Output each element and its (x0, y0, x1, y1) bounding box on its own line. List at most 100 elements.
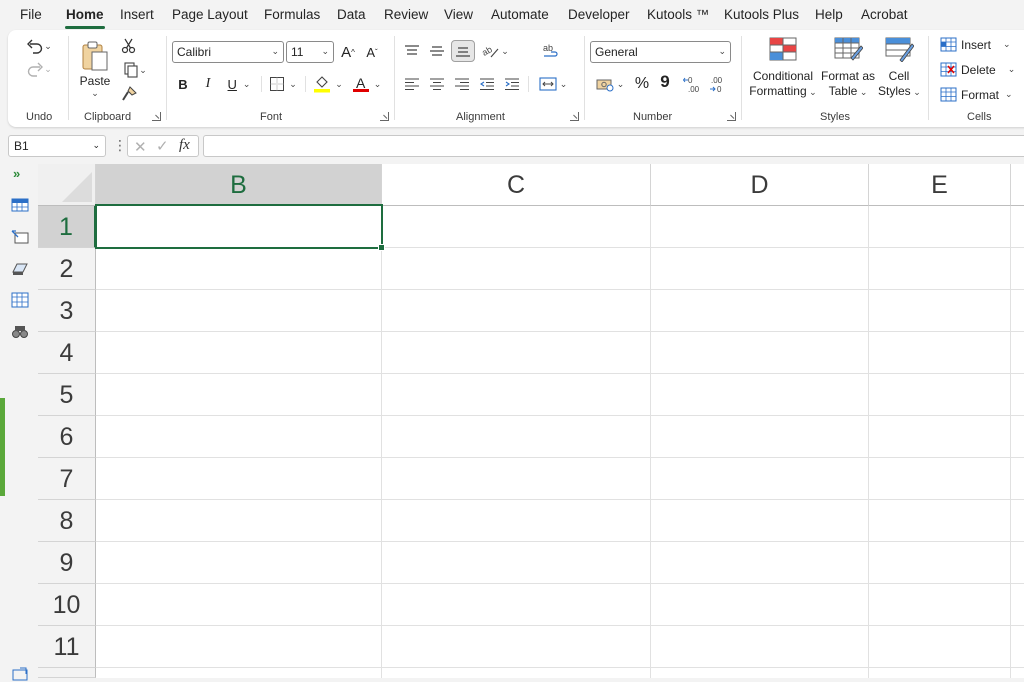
find-replace-icon[interactable] (11, 323, 29, 339)
percent-style-button[interactable]: % (632, 74, 652, 94)
clipboard-dialog-launcher[interactable] (152, 112, 161, 121)
pane-extra-icon[interactable] (11, 666, 29, 682)
increase-indent-button[interactable] (502, 74, 522, 94)
active-cell-b1[interactable] (95, 204, 385, 251)
row-header-12[interactable] (38, 668, 96, 678)
decrease-indent-button[interactable] (477, 74, 497, 94)
grow-font-button[interactable]: A ^ (338, 41, 358, 63)
chevron-down-icon: ⌄ (92, 140, 100, 150)
underline-button[interactable]: U ⌄ (222, 74, 256, 94)
tab-review[interactable]: Review (384, 7, 428, 22)
workbook-icon[interactable] (11, 197, 29, 213)
alignment-dialog-launcher[interactable] (570, 112, 579, 121)
decrease-decimal-icon: .000 (710, 76, 723, 94)
column-header-f[interactable] (1011, 164, 1024, 206)
autotext-icon[interactable] (11, 260, 29, 276)
format-cells-button[interactable]: Format ⌄ (940, 87, 1013, 102)
bold-button[interactable]: B (173, 74, 193, 94)
borders-button[interactable]: ⌄ (266, 74, 300, 94)
tab-kutools-plus[interactable]: Kutools Plus (724, 7, 799, 22)
cancel-icon[interactable]: ✕ (134, 138, 147, 156)
fill-color-button[interactable]: ⌄ (310, 74, 346, 94)
more-options-icon[interactable]: ⋮ (113, 137, 127, 154)
paint-bucket-icon (314, 76, 331, 93)
group-separator (166, 36, 167, 120)
orientation-button[interactable]: ab ⌄ (478, 41, 512, 61)
font-size-select[interactable]: 11 ⌄ (286, 41, 334, 63)
worksheet-grid[interactable]: B C D E 1 2 3 4 5 6 7 8 9 10 11 (38, 164, 1024, 678)
copy-button[interactable]: ⌄ (118, 60, 152, 80)
format-as-table-button[interactable]: Format as Table ⌄ (820, 36, 876, 102)
cell-styles-label: Cell Styles ⌄ (878, 69, 921, 100)
tab-data[interactable]: Data (337, 7, 366, 22)
align-right-button[interactable] (452, 74, 472, 94)
tab-home[interactable]: Home (66, 7, 104, 22)
number-format-select[interactable]: General ⌄ (590, 41, 731, 63)
tab-insert[interactable]: Insert (120, 7, 154, 22)
wrap-text-button[interactable]: ab (538, 41, 562, 63)
comma-style-button[interactable]: 9 (656, 72, 674, 92)
increase-decimal-button[interactable]: 0.00 (682, 74, 704, 96)
increase-decimal-icon: 0.00 (683, 76, 700, 94)
row-header-6[interactable]: 6 (38, 416, 96, 458)
paste-button[interactable]: Paste ⌄ (76, 36, 114, 102)
tab-file[interactable]: File (20, 7, 42, 22)
row-header-4[interactable]: 4 (38, 332, 96, 374)
align-left-button[interactable] (402, 74, 422, 94)
row-header-2[interactable]: 2 (38, 248, 96, 290)
column-header-d[interactable]: D (651, 164, 869, 206)
tab-formulas[interactable]: Formulas (264, 7, 320, 22)
row-header-3[interactable]: 3 (38, 290, 96, 332)
font-dialog-launcher[interactable] (380, 112, 389, 121)
font-color-button[interactable]: A ⌄ (350, 74, 384, 94)
chevron-down-icon: ⌄ (91, 87, 99, 98)
divider (261, 76, 262, 92)
name-box[interactable]: B1 ⌄ (8, 135, 106, 157)
italic-button[interactable]: I (198, 74, 218, 94)
row-header-8[interactable]: 8 (38, 500, 96, 542)
tab-developer[interactable]: Developer (568, 7, 630, 22)
top-align-button[interactable] (402, 41, 422, 61)
tab-automate[interactable]: Automate (491, 7, 549, 22)
tab-help[interactable]: Help (815, 7, 843, 22)
shrink-font-button[interactable]: Aˇ (362, 41, 382, 63)
tab-kutools[interactable]: Kutools ™ (647, 7, 709, 22)
row-header-5[interactable]: 5 (38, 374, 96, 416)
enter-check-icon[interactable]: ✓ (156, 137, 169, 155)
row-header-10[interactable]: 10 (38, 584, 96, 626)
column-header-c[interactable]: C (382, 164, 651, 206)
conditional-formatting-button[interactable]: Conditional Formatting ⌄ (748, 36, 818, 102)
cut-button[interactable] (118, 36, 140, 56)
cell-styles-button[interactable]: Cell Styles ⌄ (878, 36, 921, 102)
expand-pane-icon[interactable]: » (13, 166, 20, 181)
redo-button[interactable]: ⌄ (22, 59, 56, 79)
tab-view[interactable]: View (444, 7, 473, 22)
row-header-7[interactable]: 7 (38, 458, 96, 500)
tab-page-layout[interactable]: Page Layout (172, 7, 248, 22)
column-list-icon[interactable] (11, 292, 29, 308)
row-header-1[interactable]: 1 (38, 206, 96, 248)
middle-align-button[interactable] (427, 41, 447, 61)
number-dialog-launcher[interactable] (727, 112, 736, 121)
font-name-select[interactable]: Calibri ⌄ (172, 41, 284, 63)
format-painter-button[interactable] (118, 84, 140, 104)
align-center-button[interactable] (427, 74, 447, 94)
column-header-b[interactable]: B (96, 164, 382, 206)
insert-function-button[interactable]: fx (179, 137, 190, 154)
accounting-format-button[interactable]: ⌄ (592, 74, 628, 94)
bottom-align-button[interactable] (451, 40, 475, 62)
name-manager-icon[interactable] (11, 229, 29, 245)
pane-toggle-handle[interactable] (0, 398, 5, 496)
column-header-e[interactable]: E (869, 164, 1011, 206)
formula-input[interactable] (203, 135, 1024, 157)
insert-cells-button[interactable]: Insert ⌄ (940, 37, 1011, 52)
select-all-button[interactable] (38, 164, 96, 206)
row-header-9[interactable]: 9 (38, 542, 96, 584)
undo-button[interactable]: ⌄ (22, 36, 56, 56)
row-header-11[interactable]: 11 (38, 626, 96, 668)
merge-center-button[interactable]: ⌄ (535, 74, 571, 94)
gridline (96, 499, 1024, 500)
decrease-decimal-button[interactable]: .00 0 (708, 74, 730, 96)
tab-acrobat[interactable]: Acrobat (861, 7, 908, 22)
delete-cells-button[interactable]: Delete ⌄ (940, 62, 1015, 77)
